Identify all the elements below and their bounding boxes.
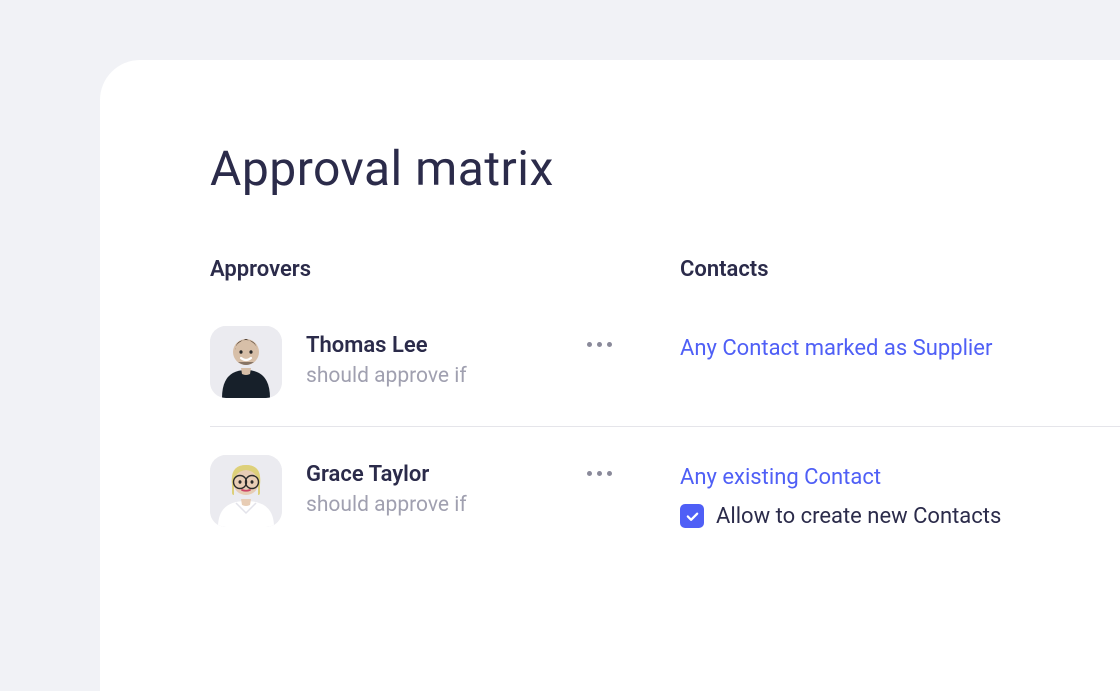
more-options-button[interactable] bbox=[579, 463, 620, 484]
approver-text: Thomas Lee should approve if bbox=[306, 326, 467, 390]
allow-create-row: Allow to create new Contacts bbox=[680, 504, 1001, 529]
dots-icon bbox=[597, 471, 602, 476]
allow-create-label: Allow to create new Contacts bbox=[716, 504, 1001, 529]
contacts-header: Contacts bbox=[680, 257, 1120, 282]
page-title: Approval matrix bbox=[210, 140, 1120, 197]
contact-rule-link[interactable]: Any existing Contact bbox=[680, 463, 1001, 494]
avatar bbox=[210, 455, 282, 527]
approver-condition: should approve if bbox=[306, 363, 467, 390]
check-icon bbox=[685, 509, 700, 524]
dots-icon bbox=[587, 342, 592, 347]
more-options-button[interactable] bbox=[579, 334, 620, 355]
approver-name: Grace Taylor bbox=[306, 461, 467, 490]
approval-row: Grace Taylor should approve if Any exist… bbox=[210, 427, 1120, 529]
allow-create-checkbox[interactable] bbox=[680, 504, 704, 528]
approver-cell: Grace Taylor should approve if bbox=[210, 455, 680, 527]
approval-rows: Thomas Lee should approve if Any Contact… bbox=[210, 326, 1120, 529]
approval-matrix-card: Approval matrix Approvers Contacts bbox=[100, 60, 1120, 691]
approver-name: Thomas Lee bbox=[306, 332, 467, 361]
dots-icon bbox=[587, 471, 592, 476]
approver-text: Grace Taylor should approve if bbox=[306, 455, 467, 519]
approver-condition: should approve if bbox=[306, 492, 467, 519]
dots-icon bbox=[607, 471, 612, 476]
column-headers: Approvers Contacts bbox=[210, 257, 1120, 326]
dots-icon bbox=[597, 342, 602, 347]
dots-icon bbox=[607, 342, 612, 347]
contact-cell: Any Contact marked as Supplier bbox=[680, 326, 992, 365]
approvers-header: Approvers bbox=[210, 257, 680, 282]
approver-cell: Thomas Lee should approve if bbox=[210, 326, 680, 398]
contact-cell: Any existing Contact Allow to create new… bbox=[680, 455, 1001, 529]
contact-rule-link[interactable]: Any Contact marked as Supplier bbox=[680, 334, 992, 365]
approval-row: Thomas Lee should approve if Any Contact… bbox=[210, 326, 1120, 426]
avatar bbox=[210, 326, 282, 398]
